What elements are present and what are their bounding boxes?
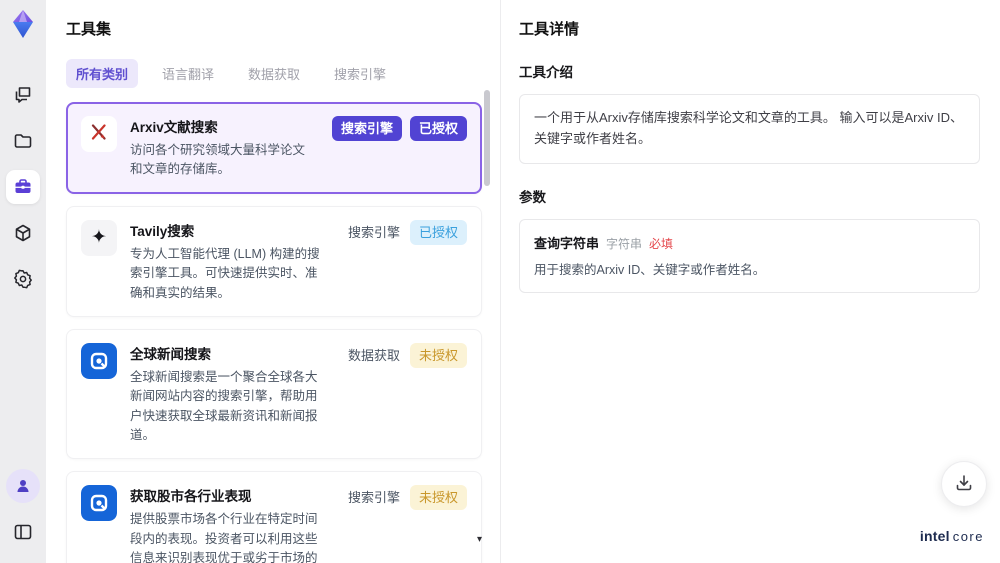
chat-icon xyxy=(13,85,33,105)
status-badge[interactable]: 已授权 xyxy=(409,116,467,141)
tool-card[interactable]: 获取股市各行业表现 提供股票市场各个行业在特定时间段内的表现。投资者可以利用这些… xyxy=(66,471,482,563)
download-icon xyxy=(954,473,974,496)
cube-icon xyxy=(13,223,33,243)
sidebar-item-profile[interactable] xyxy=(6,469,40,503)
tool-list-pane: 工具集 所有类别 语言翻译 数据获取 搜索引擎 Arxiv文献搜索 访问各个研究… xyxy=(46,0,498,563)
tool-badges: 搜索引擎 已授权 xyxy=(346,219,467,245)
tool-icon xyxy=(81,485,117,522)
tool-text: 获取股市各行业表现 提供股票市场各个行业在特定时间段内的表现。投资者可以利用这些… xyxy=(130,485,329,563)
tool-card[interactable]: 全球新闻搜索 全球新闻搜索是一个聚合全球各大新闻网站内容的搜索引擎，帮助用户快速… xyxy=(66,328,482,460)
tool-description: 专为人工智能代理 (LLM) 构建的搜索引擎工具。可快速提供实时、准确和真实的结… xyxy=(130,246,320,300)
category-badge[interactable]: 搜索引擎 xyxy=(346,487,402,508)
brand-intel-text: intel xyxy=(919,528,950,544)
scroll-down-arrow-icon[interactable]: ▾ xyxy=(477,534,482,545)
intel-core-logo: intel core xyxy=(920,528,984,544)
tool-badges: 搜索引擎 已授权 xyxy=(331,116,467,141)
sidebar-item-packages[interactable] xyxy=(6,216,40,250)
param-name: 查询字符串 xyxy=(534,235,600,251)
tool-description: 访问各个研究领域大量科学论文和文章的存储库。 xyxy=(130,143,306,177)
tool-icon xyxy=(81,342,117,379)
intro-text: 一个用于从Arxiv存储库搜索科学论文和文章的工具。 输入可以是Arxiv ID… xyxy=(534,110,964,146)
news-app-icon xyxy=(81,485,117,522)
param-box: 查询字符串 字符串 必填 用于搜索的Arxiv ID、关键字或作者姓名。 xyxy=(519,218,980,294)
scrollbar-thumb[interactable] xyxy=(484,90,490,186)
tool-list: Arxiv文献搜索 访问各个研究领域大量科学论文和文章的存储库。 搜索引擎 已授… xyxy=(66,102,482,563)
sidebar-item-toolbox[interactable] xyxy=(6,170,40,204)
category-tabs: 所有类别 语言翻译 数据获取 搜索引擎 xyxy=(66,59,498,88)
tool-text: Tavily搜索 专为人工智能代理 (LLM) 构建的搜索引擎工具。可快速提供实… xyxy=(130,220,329,303)
tool-description: 提供股票市场各个行业在特定时间段内的表现。投资者可以利用这些信息来识别表现优于或… xyxy=(130,512,318,563)
news-app-icon xyxy=(81,342,117,379)
category-badge[interactable]: 搜索引擎 xyxy=(331,116,402,141)
param-required-badge: 必填 xyxy=(649,236,674,251)
sidebar-item-files[interactable] xyxy=(6,124,40,158)
download-button[interactable] xyxy=(941,461,987,507)
status-badge[interactable]: 未授权 xyxy=(409,342,467,368)
intro-heading: 工具介绍 xyxy=(519,65,573,80)
status-badge[interactable]: 已授权 xyxy=(409,219,467,245)
user-icon xyxy=(14,477,32,495)
tool-name: 获取股市各行业表现 xyxy=(130,489,252,505)
params-heading: 参数 xyxy=(519,189,546,205)
category-tab[interactable]: 数据获取 xyxy=(238,59,310,88)
category-tab[interactable]: 搜索引擎 xyxy=(324,59,396,88)
tool-icon xyxy=(81,116,117,152)
category-badge[interactable]: 搜索引擎 xyxy=(346,222,402,243)
tool-text: Arxiv文献搜索 访问各个研究领域大量科学论文和文章的存储库。 xyxy=(130,116,315,180)
tool-text: 全球新闻搜索 全球新闻搜索是一个聚合全球各大新闻网站内容的搜索引擎，帮助用户快速… xyxy=(130,343,329,446)
detail-title: 工具详情 xyxy=(519,21,580,38)
tool-name: 全球新闻搜索 xyxy=(130,346,211,362)
page-title: 工具集 xyxy=(66,21,112,38)
status-badge[interactable]: 未授权 xyxy=(409,485,467,511)
folder-icon xyxy=(13,131,33,151)
category-badge[interactable]: 数据获取 xyxy=(346,345,402,366)
panel-icon xyxy=(13,522,33,542)
param-description: 用于搜索的Arxiv ID、关键字或作者姓名。 xyxy=(534,262,766,277)
tool-badges: 数据获取 未授权 xyxy=(346,342,467,368)
tool-card[interactable]: ✦ Tavily搜索 专为人工智能代理 (LLM) 构建的搜索引擎工具。可快速提… xyxy=(66,205,482,317)
intro-box: 一个用于从Arxiv存储库搜索科学论文和文章的工具。 输入可以是Arxiv ID… xyxy=(519,94,980,164)
tool-description: 全球新闻搜索是一个聚合全球各大新闻网站内容的搜索引擎，帮助用户快速获取全球最新资… xyxy=(130,369,318,442)
category-tab[interactable]: 语言翻译 xyxy=(152,59,224,88)
app-logo-icon xyxy=(7,8,39,40)
toolbox-icon xyxy=(13,177,33,197)
brand-core-text: core xyxy=(952,529,984,544)
sidebar-item-toggle-panel[interactable] xyxy=(6,515,40,549)
left-rail xyxy=(0,0,46,563)
tool-icon: ✦ xyxy=(81,219,117,256)
param-type: 字符串 xyxy=(606,236,643,251)
param-head: 查询字符串 字符串 必填 xyxy=(534,233,965,252)
tool-card[interactable]: Arxiv文献搜索 访问各个研究领域大量科学论文和文章的存储库。 搜索引擎 已授… xyxy=(66,102,482,194)
tool-name: Arxiv文献搜索 xyxy=(130,120,218,135)
tool-detail-pane: 工具详情 工具介绍 一个用于从Arxiv存储库搜索科学论文和文章的工具。 输入可… xyxy=(500,0,1000,563)
tavily-star-icon: ✦ xyxy=(91,227,107,249)
list-scrollbar[interactable] xyxy=(484,90,490,559)
tool-badges: 搜索引擎 未授权 xyxy=(346,485,467,511)
sidebar-item-chat[interactable] xyxy=(6,78,40,112)
category-tab[interactable]: 所有类别 xyxy=(66,59,139,88)
arxiv-icon xyxy=(89,122,109,147)
gear-icon xyxy=(13,269,33,289)
sidebar-item-settings[interactable] xyxy=(6,262,40,296)
tool-name: Tavily搜索 xyxy=(130,223,195,239)
